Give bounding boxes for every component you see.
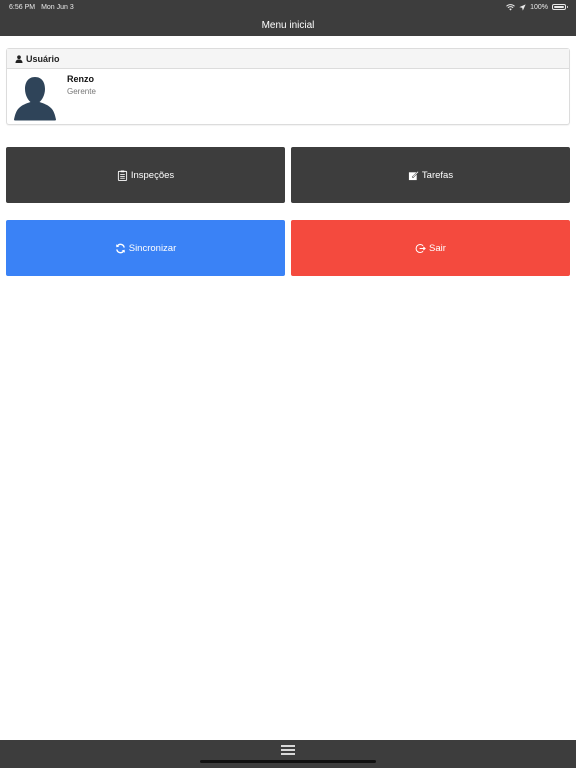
sync-button[interactable]: Sincronizar [6,220,285,276]
home-indicator[interactable] [200,760,376,763]
user-card-body: Renzo Gerente [7,69,569,125]
edit-icon [408,170,419,180]
inspections-label: Inspeções [130,169,175,181]
battery-percentage: 100% [530,3,548,11]
sync-icon [115,243,125,253]
tasks-button[interactable]: Tarefas [291,147,570,203]
user-icon [15,54,23,63]
wifi-icon [506,3,515,10]
tasks-label: Tarefas [421,169,454,181]
battery-icon [552,4,568,10]
user-card-title: Usuário [26,53,60,64]
user-role: Gerente [67,87,96,96]
page-title: Menu inicial [261,19,315,31]
status-time: 6:56 PM [9,3,36,11]
user-card: Usuário Renzo Gerente [6,48,570,125]
location-arrow-icon [519,3,526,11]
logout-button[interactable]: Sair [291,220,570,276]
user-card-header: Usuário [7,49,569,69]
status-bar: 6:56 PM Mon Jun 3 100% [0,0,576,14]
sync-label: Sincronizar [128,242,177,254]
logout-icon [415,243,426,253]
status-date: Mon Jun 3 [41,3,74,11]
hamburger-menu-icon[interactable] [281,744,295,756]
logout-label: Sair [429,242,446,254]
user-name: Renzo [67,74,94,84]
inspections-button[interactable]: Inspeções [6,147,285,203]
status-right: 100% [506,3,568,11]
clipboard-icon [117,169,127,181]
navigation-bar: Menu inicial [0,14,576,36]
bottom-bar [0,740,576,768]
status-left: 6:56 PM Mon Jun 3 [9,4,74,11]
avatar [14,77,56,121]
